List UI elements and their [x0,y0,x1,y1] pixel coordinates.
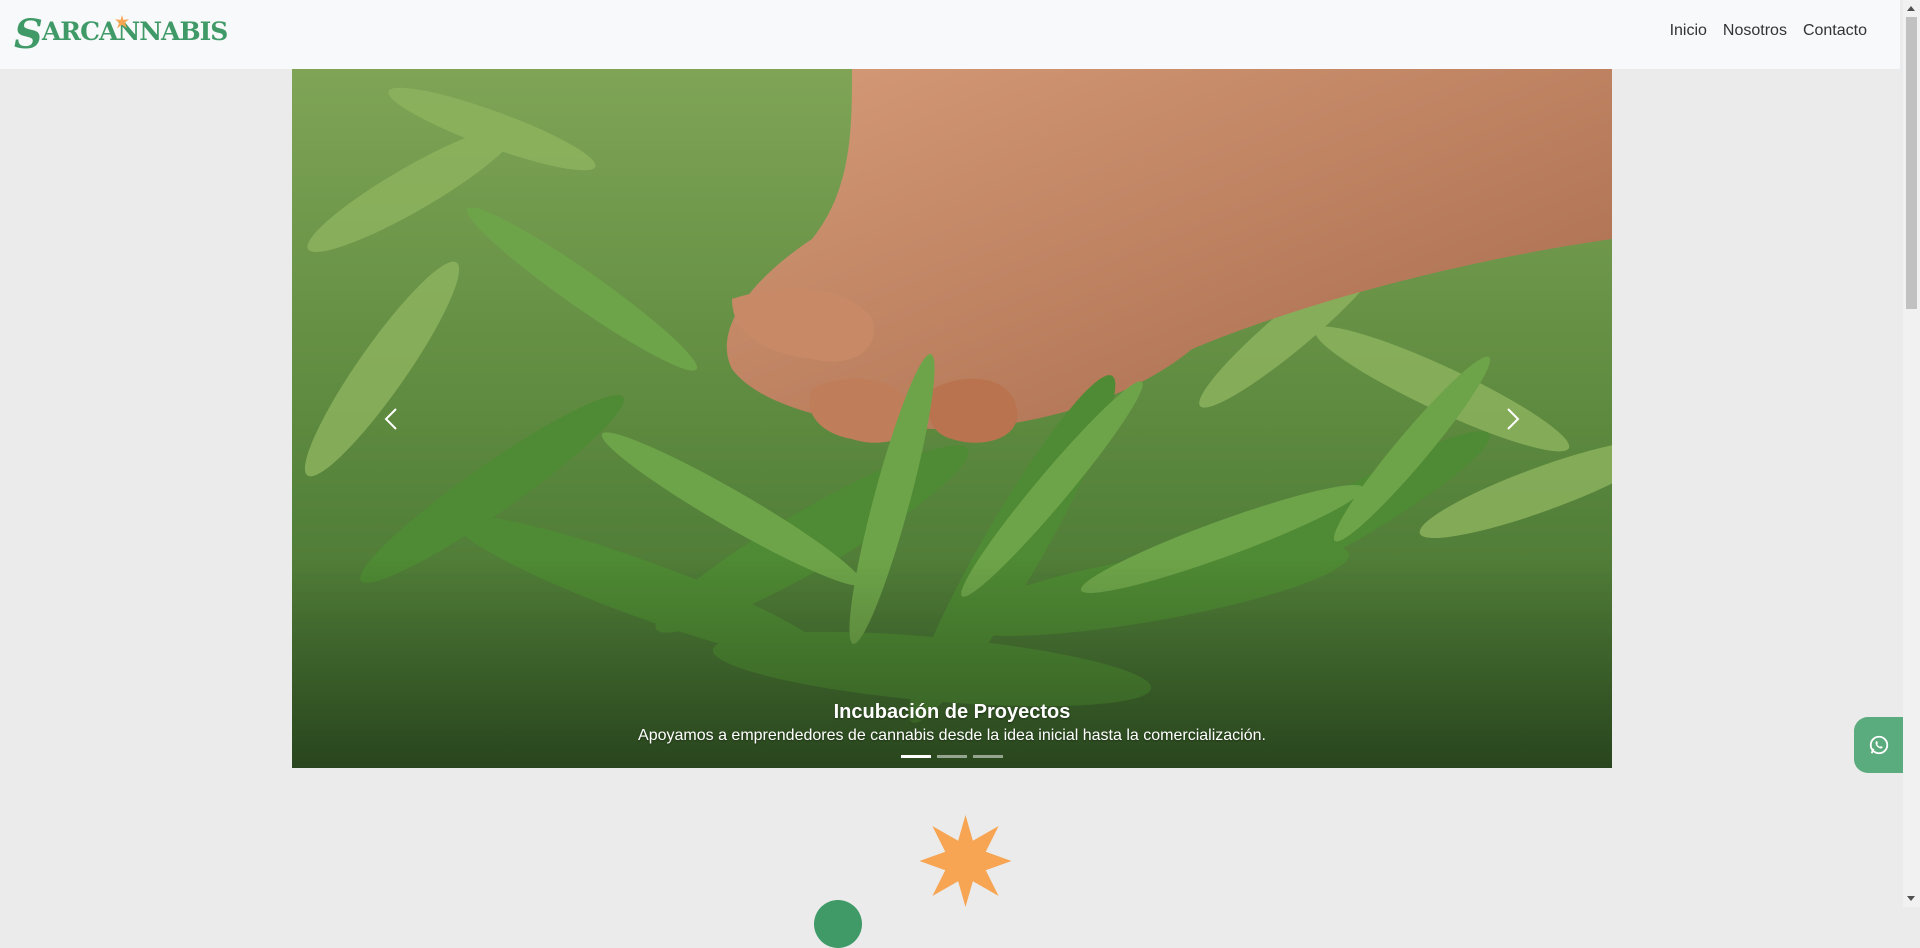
hero-carousel: Incubación de Proyectos Apoyamos a empre… [292,69,1612,768]
carousel-next-button[interactable] [1492,399,1532,439]
carousel-indicator-3[interactable] [973,755,1003,758]
whatsapp-icon [1869,735,1889,755]
nav-link-contacto[interactable]: Contacto [1795,19,1875,43]
slide-caption-text: Apoyamos a emprendedores de cannabis des… [638,727,1266,744]
decorative-circle [814,900,862,948]
scrollbar-thumb[interactable] [1906,17,1917,309]
page-scrollbar[interactable] [1903,0,1920,907]
nav-link-nosotros[interactable]: Nosotros [1715,19,1795,43]
decorative-star-icon [919,815,1012,907]
scroll-down-icon[interactable] [1907,896,1915,901]
carousel-prev-button[interactable] [372,399,412,439]
scroll-up-icon[interactable] [1907,6,1915,11]
brand-logo[interactable]: SARCANNABIS [14,11,228,58]
carousel-indicators [292,755,1612,758]
carousel-indicator-1[interactable] [901,755,931,758]
nav-link-inicio[interactable]: Inicio [1662,19,1715,43]
carousel-indicator-2[interactable] [937,755,967,758]
slide-caption-title: Incubación de Proyectos [833,701,1071,723]
whatsapp-button[interactable] [1854,717,1904,773]
nav-links: Inicio Nosotros Contacto [1662,19,1875,43]
logo-star-icon [115,15,129,29]
navbar: SARCANNABIS Inicio Nosotros Contacto [0,0,1900,69]
hero-slide-image [292,69,1612,768]
